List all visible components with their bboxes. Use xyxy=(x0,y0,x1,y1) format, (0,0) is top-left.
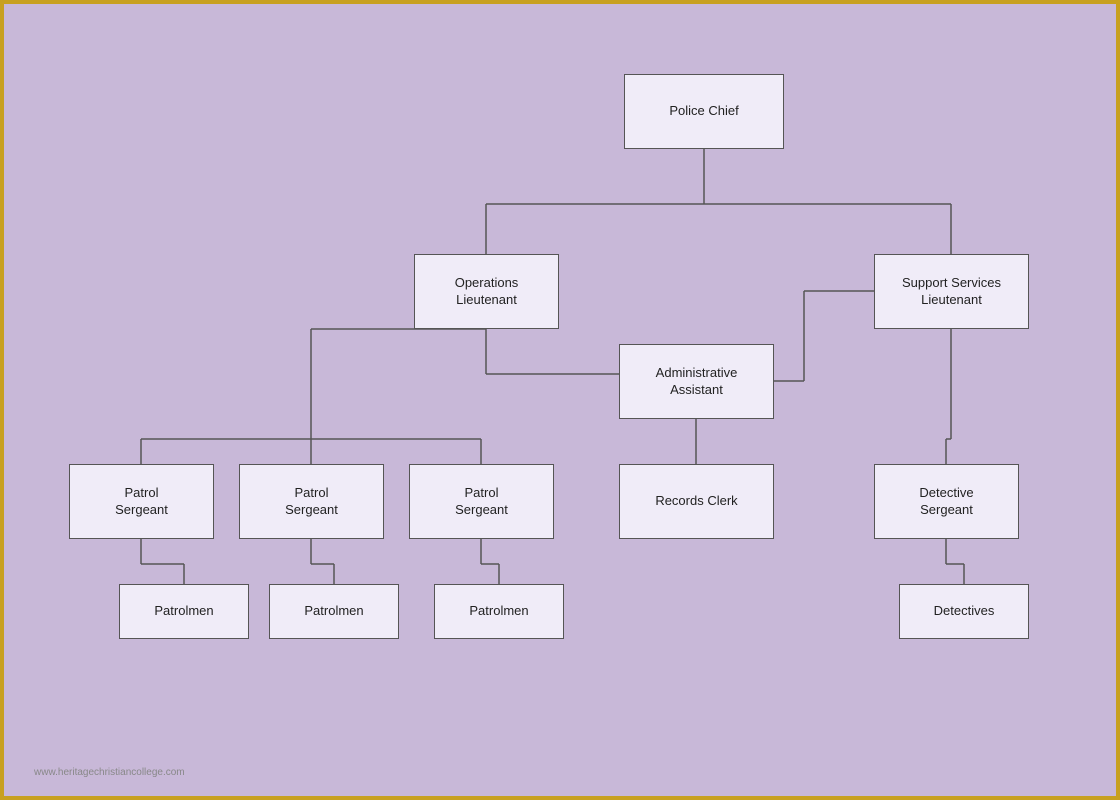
ps2-label: PatrolSergeant xyxy=(285,485,338,519)
org-chart: Police Chief OperationsLieutenant Suppor… xyxy=(4,4,1116,796)
support-lt-label: Support ServicesLieutenant xyxy=(902,275,1001,309)
support-lt-box: Support ServicesLieutenant xyxy=(874,254,1029,329)
ops-lt-label: OperationsLieutenant xyxy=(455,275,519,309)
ps1-label: PatrolSergeant xyxy=(115,485,168,519)
admin-asst-box: AdministrativeAssistant xyxy=(619,344,774,419)
det-sgt-label: DetectiveSergeant xyxy=(919,485,973,519)
police-chief-label: Police Chief xyxy=(669,103,738,120)
det-sgt-box: DetectiveSergeant xyxy=(874,464,1019,539)
patrolmen2-box: Patrolmen xyxy=(269,584,399,639)
ps2-box: PatrolSergeant xyxy=(239,464,384,539)
detectives-box: Detectives xyxy=(899,584,1029,639)
watermark: www.heritagechristiancollege.com xyxy=(34,767,185,778)
ps1-box: PatrolSergeant xyxy=(69,464,214,539)
patrolmen1-box: Patrolmen xyxy=(119,584,249,639)
patrolmen2-label: Patrolmen xyxy=(304,603,363,620)
records-clerk-box: Records Clerk xyxy=(619,464,774,539)
patrolmen3-label: Patrolmen xyxy=(469,603,528,620)
records-clerk-label: Records Clerk xyxy=(655,493,737,510)
ps3-box: PatrolSergeant xyxy=(409,464,554,539)
ps3-label: PatrolSergeant xyxy=(455,485,508,519)
police-chief-box: Police Chief xyxy=(624,74,784,149)
patrolmen3-box: Patrolmen xyxy=(434,584,564,639)
connector-lines xyxy=(4,4,1116,796)
patrolmen1-label: Patrolmen xyxy=(154,603,213,620)
detectives-label: Detectives xyxy=(934,603,995,620)
admin-asst-label: AdministrativeAssistant xyxy=(656,365,738,399)
ops-lt-box: OperationsLieutenant xyxy=(414,254,559,329)
